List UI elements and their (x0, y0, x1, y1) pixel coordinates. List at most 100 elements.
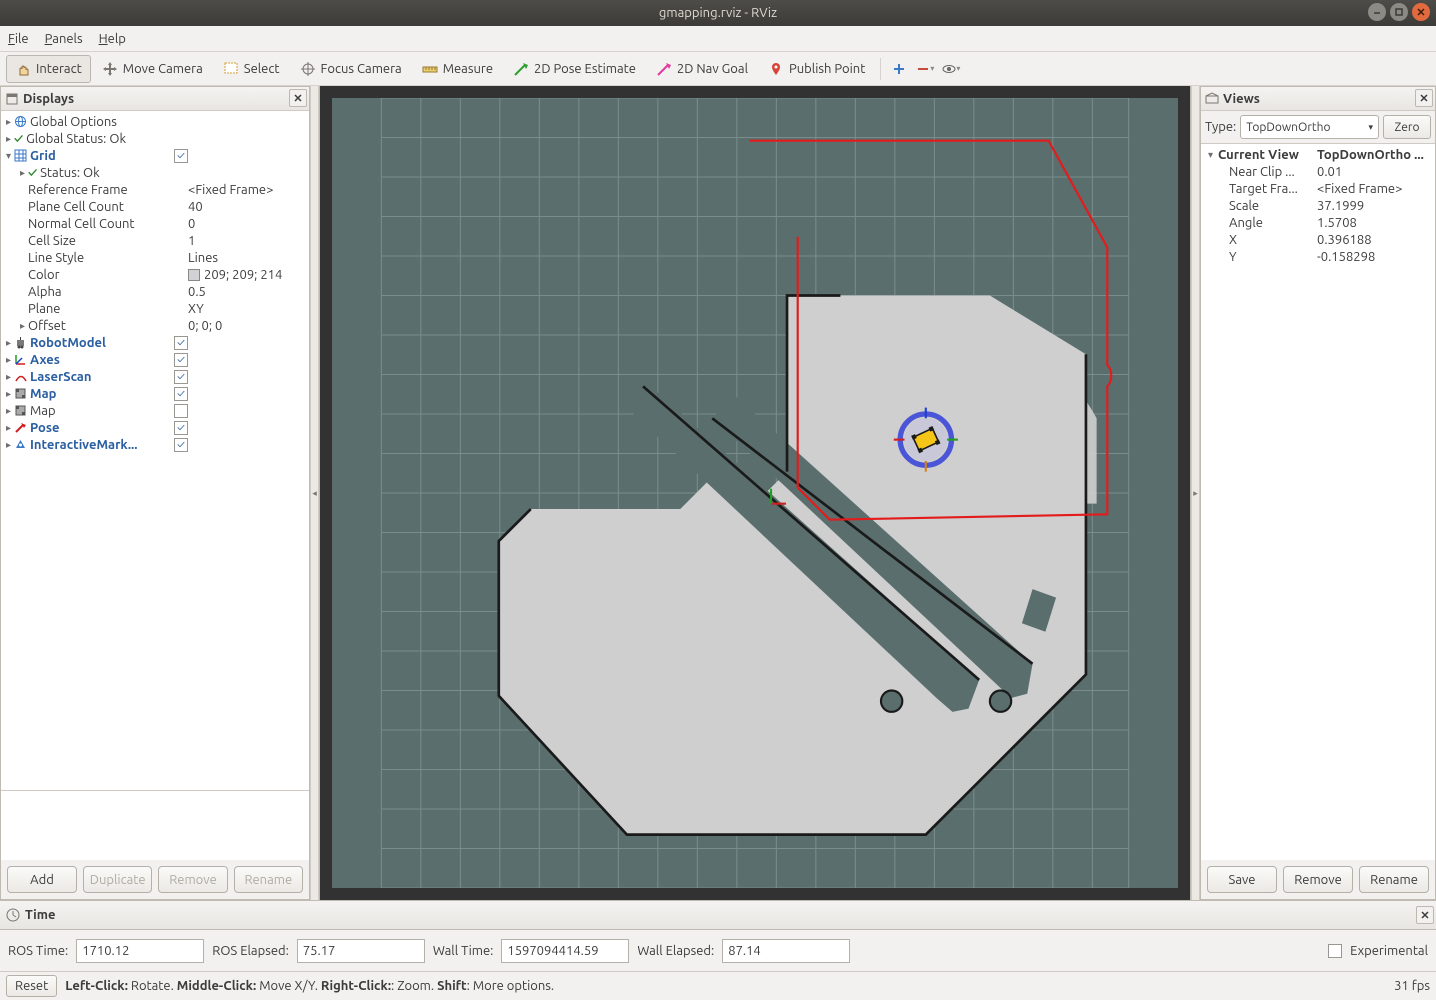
tree-item-map[interactable]: ▸Map✓ (1, 385, 309, 402)
tool-2d-pose-estimate[interactable]: 2D Pose Estimate (504, 55, 645, 83)
tool-interact[interactable]: Interact (6, 55, 91, 83)
close-icon[interactable]: ✕ (1415, 89, 1433, 107)
close-icon[interactable]: ✕ (1416, 906, 1434, 924)
tree-item-current-view[interactable]: ▾Current ViewTopDownOrtho ... (1201, 146, 1435, 163)
menu-file[interactable]: File (8, 32, 29, 46)
displays-description (1, 790, 309, 860)
views-panel-header[interactable]: Views ✕ (1201, 87, 1435, 111)
checkbox[interactable]: ✓ (174, 438, 188, 452)
tree-item[interactable]: Color209; 209; 214 (1, 266, 309, 283)
displays-tree[interactable]: ▸Global Options ▸✓Global Status: Ok ▾Gri… (1, 111, 309, 790)
ros-time-field[interactable]: 1710.12 (76, 939, 204, 963)
move-icon (102, 61, 118, 77)
tree-item[interactable]: Target Fra...<Fixed Frame> (1201, 180, 1435, 197)
panel-ctrl-icon (1205, 92, 1219, 106)
experimental-label: Experimental (1350, 944, 1428, 958)
ros-elapsed-field[interactable]: 75.17 (297, 939, 425, 963)
add-button[interactable]: Add (7, 866, 77, 893)
checkbox[interactable]: ✓ (174, 370, 188, 384)
tree-item-axes[interactable]: ▸Axes✓ (1, 351, 309, 368)
wall-elapsed-label: Wall Elapsed: (637, 944, 714, 958)
tree-item[interactable]: Near Clip ...0.01 (1201, 163, 1435, 180)
reset-button[interactable]: Reset (6, 975, 57, 997)
tree-item[interactable]: Normal Cell Count0 (1, 215, 309, 232)
tree-item[interactable]: Cell Size1 (1, 232, 309, 249)
tree-item-robot-model[interactable]: ▸RobotModel✓ (1, 334, 309, 351)
zero-button[interactable]: Zero (1383, 115, 1431, 139)
fps-indicator: 31 fps (1394, 979, 1430, 993)
checkbox[interactable]: ✓ (174, 149, 188, 163)
tree-item[interactable]: X0.396188 (1201, 231, 1435, 248)
wall-elapsed-field[interactable]: 87.14 (722, 939, 850, 963)
tool-select[interactable]: Select (214, 55, 289, 83)
menu-panels[interactable]: Panels (45, 32, 83, 46)
tool-visibility-icon[interactable]: ▾ (939, 57, 963, 81)
views-tree[interactable]: ▾Current ViewTopDownOrtho ... Near Clip … (1201, 144, 1435, 860)
wall-time-label: Wall Time: (433, 944, 494, 958)
checkbox[interactable]: ✓ (174, 336, 188, 350)
checkbox[interactable]: ✓ (174, 421, 188, 435)
globe-icon (14, 115, 27, 128)
wall-time-field[interactable]: 1597094414.59 (501, 939, 629, 963)
tree-item-global-options[interactable]: ▸Global Options (1, 113, 309, 130)
tree-item-map[interactable]: ▸Map (1, 402, 309, 419)
check-icon: ✓ (14, 132, 23, 146)
tree-item-interactive-markers[interactable]: ▸InteractiveMark...✓ (1, 436, 309, 453)
tree-item[interactable]: Scale37.1999 (1201, 197, 1435, 214)
tool-move-camera[interactable]: Move Camera (93, 55, 212, 83)
map-icon (14, 387, 27, 400)
tree-item[interactable]: Reference Frame<Fixed Frame> (1, 181, 309, 198)
splitter-right[interactable]: ▸ (1191, 86, 1200, 900)
select-icon (223, 61, 239, 77)
tree-item[interactable]: Alpha0.5 (1, 283, 309, 300)
tree-item[interactable]: PlaneXY (1, 300, 309, 317)
save-button[interactable]: Save (1207, 866, 1277, 893)
tree-item-offset[interactable]: ▸Offset0; 0; 0 (1, 317, 309, 334)
remove-button[interactable]: Remove (1283, 866, 1353, 893)
tree-item[interactable]: Line StyleLines (1, 249, 309, 266)
checkbox[interactable]: ✓ (174, 353, 188, 367)
tree-item[interactable]: Plane Cell Count40 (1, 198, 309, 215)
duplicate-button: Duplicate (83, 866, 152, 893)
view-type-dropdown[interactable]: TopDownOrtho▾ (1240, 115, 1379, 139)
tree-item-grid-status[interactable]: ▸✓Status: Ok (1, 164, 309, 181)
tool-measure[interactable]: Measure (413, 55, 502, 83)
window-maximize-button[interactable] (1390, 3, 1408, 21)
separator (880, 58, 881, 80)
robot-icon (14, 336, 27, 349)
checkbox[interactable]: ✓ (174, 387, 188, 401)
tool-focus-camera[interactable]: Focus Camera (291, 55, 411, 83)
close-icon[interactable]: ✕ (289, 89, 307, 107)
checkbox[interactable] (174, 404, 188, 418)
tree-item[interactable]: Y-0.158298 (1201, 248, 1435, 265)
tree-item-laserscan[interactable]: ▸LaserScan✓ (1, 368, 309, 385)
tree-item[interactable]: Angle1.5708 (1201, 214, 1435, 231)
tool-add-icon[interactable] (887, 57, 911, 81)
marker-icon (14, 438, 27, 451)
time-panel-header[interactable]: Time ✕ (0, 900, 1436, 930)
window-close-button[interactable] (1412, 3, 1430, 21)
tree-item-grid[interactable]: ▾Grid✓ (1, 147, 309, 164)
panel-ctrl-icon (5, 92, 19, 106)
check-icon: ✓ (28, 166, 37, 180)
rename-button[interactable]: Rename (1359, 866, 1429, 893)
window-minimize-button[interactable] (1368, 3, 1386, 21)
window-titlebar: gmapping.rviz - RViz (0, 0, 1436, 26)
tree-item-global-status[interactable]: ▸✓Global Status: Ok (1, 130, 309, 147)
displays-panel-header[interactable]: Displays ✕ (1, 87, 309, 111)
tree-item-pose[interactable]: ▸Pose✓ (1, 419, 309, 436)
ruler-icon (422, 61, 438, 77)
ros-time-label: ROS Time: (8, 944, 68, 958)
experimental-checkbox[interactable] (1328, 944, 1342, 958)
color-swatch (188, 269, 200, 281)
tool-2d-nav-goal[interactable]: 2D Nav Goal (647, 55, 757, 83)
rename-button: Rename (234, 866, 303, 893)
tool-remove-icon[interactable]: ▾ (913, 57, 937, 81)
pin-icon (768, 61, 784, 77)
tool-publish-point[interactable]: Publish Point (759, 55, 874, 83)
splitter-left[interactable]: ◂ (310, 86, 319, 900)
menu-help[interactable]: Help (99, 32, 126, 46)
arrow-pink-icon (656, 61, 672, 77)
displays-buttons: Add Duplicate Remove Rename (1, 860, 309, 899)
3d-viewport[interactable] (319, 86, 1191, 900)
